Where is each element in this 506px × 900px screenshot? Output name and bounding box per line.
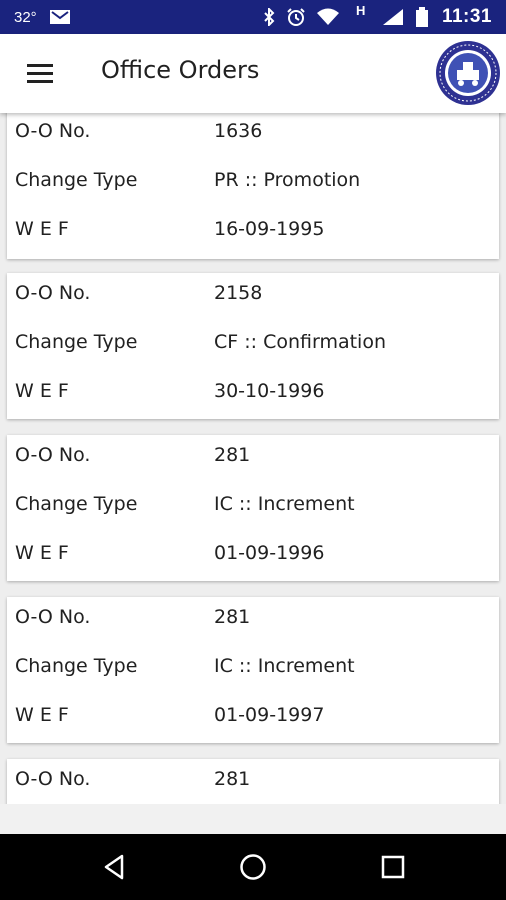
change-type-row: Change Type IC :: Increment (7, 655, 499, 685)
wef-label: W E F (15, 218, 69, 240)
order-card[interactable]: O-O No. 281 Change Type IC :: Increment … (7, 597, 499, 743)
orders-list[interactable]: O-O No. 1636 Change Type PR :: Promotion… (0, 113, 506, 804)
change-type-value: IC :: Increment (214, 655, 355, 677)
change-type-value: PR :: Promotion (214, 169, 361, 191)
change-type-label: Change Type (15, 169, 138, 191)
app-bar: Office Orders (0, 34, 506, 113)
order-number-label: O-O No. (15, 444, 91, 466)
order-card[interactable]: O-O No. 281 Change Type IC :: Increment … (7, 435, 499, 581)
order-card[interactable]: O-O No. 2158 Change Type CF :: Confirmat… (7, 273, 499, 419)
wef-label: W E F (15, 704, 69, 726)
order-number-value: 281 (214, 444, 251, 466)
order-card[interactable]: O-O No. 281 (7, 759, 499, 804)
bluetooth-icon (262, 8, 276, 26)
order-number-value: 1636 (214, 120, 263, 142)
order-number-value: 281 (214, 768, 251, 790)
order-number-row: O-O No. 281 (7, 768, 499, 798)
wef-label: W E F (15, 542, 69, 564)
order-number-row: O-O No. 2158 (7, 282, 499, 312)
wef-label: W E F (15, 380, 69, 402)
order-number-label: O-O No. (15, 768, 91, 790)
temperature-text: 32° (14, 8, 37, 26)
wef-value: 01-09-1996 (214, 542, 325, 564)
wef-value: 01-09-1997 (214, 704, 325, 726)
change-type-value: CF :: Confirmation (214, 331, 387, 353)
signal-icon (382, 8, 404, 26)
change-type-label: Change Type (15, 331, 138, 353)
back-icon[interactable] (94, 848, 134, 886)
wef-row: W E F 30-10-1996 (7, 380, 499, 410)
clock-text: 11:31 (441, 6, 492, 27)
indian-railways-logo (435, 40, 501, 106)
page-title: Office Orders (101, 56, 260, 84)
status-bar: 32° H 11:31 (0, 0, 506, 34)
network-type-text: H (356, 2, 366, 18)
home-icon[interactable] (233, 848, 273, 886)
order-number-value: 281 (214, 606, 251, 628)
wef-value: 30-10-1996 (214, 380, 325, 402)
mail-icon (49, 8, 71, 26)
recents-icon[interactable] (373, 848, 413, 886)
system-nav-bar (0, 834, 506, 900)
wef-row: W E F 01-09-1996 (7, 542, 499, 572)
order-number-row: O-O No. 281 (7, 444, 499, 474)
alarm-icon (286, 8, 306, 26)
wifi-icon (316, 8, 340, 26)
list-bottom-area (0, 804, 506, 834)
order-number-row: O-O No. 281 (7, 606, 499, 636)
change-type-value: IC :: Increment (214, 493, 355, 515)
order-number-label: O-O No. (15, 606, 91, 628)
change-type-row: Change Type CF :: Confirmation (7, 331, 499, 361)
wef-value: 16-09-1995 (214, 218, 325, 240)
change-type-row: Change Type PR :: Promotion (7, 169, 499, 199)
change-type-label: Change Type (15, 493, 138, 515)
wef-row: W E F 16-09-1995 (7, 218, 499, 248)
order-number-row: O-O No. 1636 (7, 120, 499, 150)
wef-row: W E F 01-09-1997 (7, 704, 499, 734)
order-number-label: O-O No. (15, 282, 91, 304)
order-number-label: O-O No. (15, 120, 91, 142)
order-number-value: 2158 (214, 282, 263, 304)
change-type-row: Change Type IC :: Increment (7, 493, 499, 523)
battery-icon (416, 7, 428, 27)
hamburger-menu-icon[interactable] (27, 64, 53, 84)
change-type-label: Change Type (15, 655, 138, 677)
order-card[interactable]: O-O No. 1636 Change Type PR :: Promotion… (7, 113, 499, 259)
